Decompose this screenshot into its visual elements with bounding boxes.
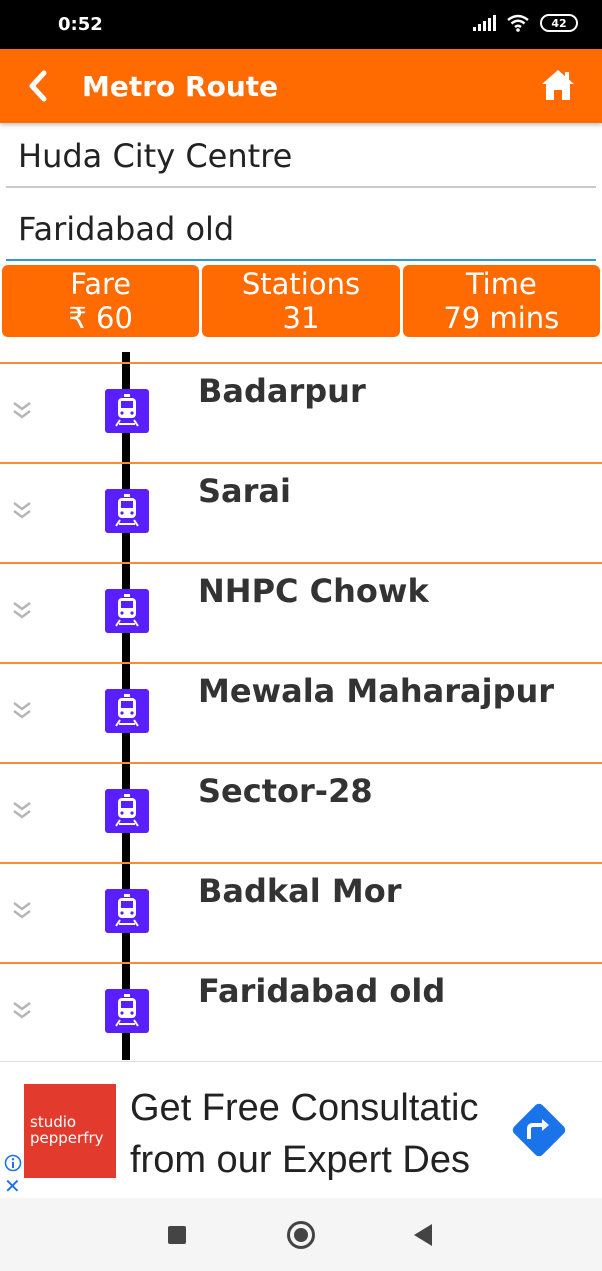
stations-value: 31: [282, 301, 320, 335]
ad-arrow-icon[interactable]: [506, 1097, 572, 1163]
to-station-input[interactable]: Faridabad old: [6, 199, 596, 261]
stations-box: Stations 31: [202, 265, 400, 337]
station-name: Badarpur: [198, 372, 366, 410]
station-row[interactable]: Faridabad old: [0, 962, 602, 1060]
ad-logo[interactable]: studio pepperfry: [24, 1084, 116, 1178]
ad-banner[interactable]: studio pepperfry Get Free Consultatic fr…: [0, 1061, 602, 1198]
station-row[interactable]: Badarpur: [0, 362, 602, 462]
metro-train-icon: [105, 889, 149, 933]
station-name: Faridabad old: [198, 972, 446, 1010]
from-station-input[interactable]: Huda City Centre: [6, 126, 596, 188]
metro-train-icon: [105, 589, 149, 633]
fare-value: ₹ 60: [68, 301, 133, 335]
signal-icon: [473, 15, 496, 31]
station-name: Badkal Mor: [198, 872, 402, 910]
station-row[interactable]: Sector-28: [0, 762, 602, 862]
home-nav-icon[interactable]: [287, 1221, 315, 1249]
ad-line1: Get Free Consultatic: [130, 1087, 479, 1129]
expand-chevron-icon[interactable]: [10, 398, 34, 422]
status-icons: 42: [473, 14, 578, 32]
fare-box: Fare ₹ 60: [2, 265, 200, 337]
metro-train-icon: [105, 489, 149, 533]
ad-text[interactable]: Get Free Consultatic from our Expert Des: [130, 1082, 496, 1186]
metro-train-icon: [105, 689, 149, 733]
ad-close-icon[interactable]: ✕: [4, 1176, 21, 1196]
station-row[interactable]: NHPC Chowk: [0, 562, 602, 662]
battery-level: 42: [551, 16, 567, 30]
status-time: 0:52: [58, 14, 103, 35]
system-nav-bar: [0, 1198, 602, 1271]
time-value: 79 mins: [443, 301, 560, 335]
battery-icon: 42: [540, 14, 578, 32]
station-row[interactable]: Sarai: [0, 462, 602, 562]
status-bar: 0:52 42: [0, 0, 602, 49]
expand-chevron-icon[interactable]: [10, 998, 34, 1022]
ad-logo-line2: pepperfry: [30, 1129, 104, 1147]
route-summary: Fare ₹ 60 Stations 31 Time 79 mins: [2, 265, 600, 337]
station-list[interactable]: Badarpur Sarai NHPC Chowk Mewala Maharajpur…: [0, 352, 602, 1060]
wifi-icon: [507, 14, 529, 32]
recents-icon[interactable]: [168, 1226, 186, 1244]
page-title: Metro Route: [82, 70, 279, 103]
app-bar: Metro Route: [0, 49, 602, 123]
ad-logo-line1: studio: [30, 1113, 77, 1131]
time-label: Time: [465, 267, 537, 301]
station-row[interactable]: Badkal Mor: [0, 862, 602, 962]
time-box: Time 79 mins: [402, 265, 600, 337]
station-name: NHPC Chowk: [198, 572, 429, 610]
ad-line2: from our Expert Des: [130, 1139, 470, 1181]
fare-label: Fare: [70, 267, 132, 301]
expand-chevron-icon[interactable]: [10, 798, 34, 822]
stations-label: Stations: [241, 267, 361, 301]
metro-train-icon: [105, 989, 149, 1033]
expand-chevron-icon[interactable]: [10, 498, 34, 522]
station-name: Sarai: [198, 472, 291, 510]
expand-chevron-icon[interactable]: [10, 598, 34, 622]
metro-train-icon: [105, 789, 149, 833]
expand-chevron-icon[interactable]: [10, 698, 34, 722]
ad-info-icon[interactable]: [4, 1154, 22, 1172]
home-icon[interactable]: [540, 67, 576, 103]
back-chevron-icon[interactable]: [22, 67, 58, 105]
station-row[interactable]: Mewala Maharajpur: [0, 662, 602, 762]
station-name: Sector-28: [198, 772, 373, 810]
expand-chevron-icon[interactable]: [10, 898, 34, 922]
metro-train-icon: [105, 389, 149, 433]
back-nav-icon[interactable]: [414, 1224, 432, 1246]
station-name: Mewala Maharajpur: [198, 672, 555, 710]
